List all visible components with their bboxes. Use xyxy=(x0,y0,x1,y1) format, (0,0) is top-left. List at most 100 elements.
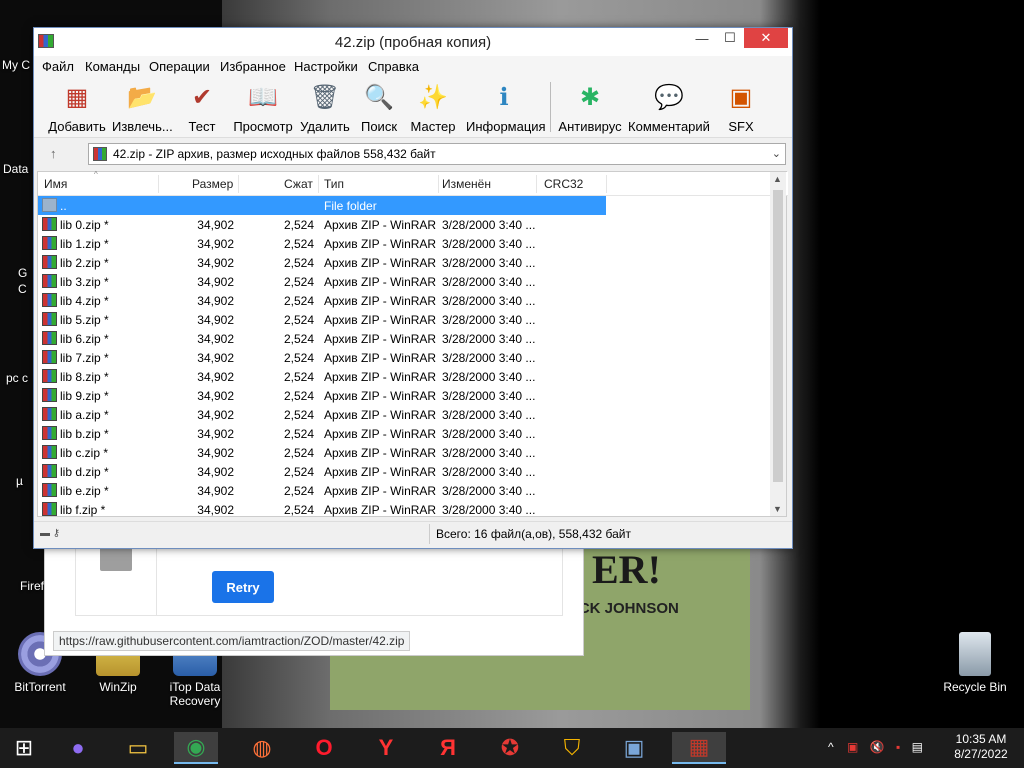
toolbar-add-button[interactable]: ▦ Добавить xyxy=(48,80,106,134)
column-header-crc32[interactable]: CRC32 xyxy=(544,177,583,191)
desktop-partial-label[interactable]: Firef xyxy=(20,579,44,593)
toolbar-antivirus-button[interactable]: ✱ Антивирус xyxy=(558,80,622,134)
minimize-button[interactable]: — xyxy=(688,28,716,48)
scroll-thumb[interactable] xyxy=(773,190,783,482)
desktop-partial-label[interactable]: µ xyxy=(16,474,23,488)
row-type: Архив ZIP - WinRAR xyxy=(324,427,437,441)
menu-operations[interactable]: Операции xyxy=(149,59,210,74)
system-tray[interactable]: ^ ▣ 🔇 ▪ ▤ xyxy=(828,740,923,754)
desktop-partial-label[interactable]: G xyxy=(18,266,27,280)
table-row[interactable]: .. File folder xyxy=(38,196,606,215)
column-header-size[interactable]: Размер xyxy=(192,177,233,191)
row-type: Архив ZIP - WinRAR xyxy=(324,332,437,346)
table-row[interactable]: lib 1.zip * 34,902 2,524 Архив ZIP - WinRAR… xyxy=(38,234,772,253)
zip-file-icon xyxy=(42,312,57,326)
clock[interactable]: 10:35 AM 8/27/2022 xyxy=(950,732,1012,762)
table-row[interactable]: lib d.zip * 34,902 2,524 Архив ZIP - WinRAR… xyxy=(38,462,772,481)
app-gear-icon[interactable]: ✪ xyxy=(488,732,532,764)
table-row[interactable]: lib b.zip * 34,902 2,524 Архив ZIP - WinRAR… xyxy=(38,424,772,443)
table-row[interactable]: lib 7.zip * 34,902 2,524 Архив ZIP - WinRAR… xyxy=(38,348,772,367)
up-arrow-icon[interactable]: ↑ xyxy=(50,146,57,161)
alice-assistant-icon[interactable]: ● xyxy=(56,732,100,764)
toolbar-wizard-button[interactable]: ✨ Мастер xyxy=(410,80,456,134)
row-type: Архив ZIP - WinRAR xyxy=(324,275,437,289)
table-row[interactable]: lib 2.zip * 34,902 2,524 Архив ZIP - WinRAR… xyxy=(38,253,772,272)
volume-muted-icon[interactable]: 🔇 xyxy=(870,740,885,754)
row-modified: 3/28/2000 3:40 ... xyxy=(442,332,536,346)
toolbar-test-button[interactable]: ✔ Тест xyxy=(182,80,222,134)
row-name: lib 1.zip * xyxy=(60,237,109,251)
table-row[interactable]: lib 6.zip * 34,902 2,524 Архив ZIP - WinRAR… xyxy=(38,329,772,348)
toolbar-extract-button[interactable]: 📂 Извлечь... xyxy=(112,80,173,134)
retry-button[interactable]: Retry xyxy=(212,571,274,603)
close-button[interactable]: ✕ xyxy=(744,28,788,48)
chevron-down-icon[interactable]: ⌄ xyxy=(772,147,781,160)
menu-commands[interactable]: Команды xyxy=(85,59,140,74)
add-archive-icon: ▦ xyxy=(65,84,89,111)
desktop-partial-label[interactable]: C xyxy=(18,282,27,296)
menu-file[interactable]: Файл xyxy=(42,59,74,74)
table-row[interactable]: lib 8.zip * 34,902 2,524 Архив ZIP - WinRAR… xyxy=(38,367,772,386)
row-name: lib c.zip * xyxy=(60,446,109,460)
opera-icon[interactable]: O xyxy=(302,732,346,764)
zip-file-icon xyxy=(42,464,57,478)
column-separator xyxy=(318,175,319,193)
vertical-scrollbar[interactable]: ▲ ▼ xyxy=(770,172,786,516)
table-row[interactable]: lib 5.zip * 34,902 2,524 Архив ZIP - WinRAR… xyxy=(38,310,772,329)
camera-icon[interactable]: ▣ xyxy=(847,740,858,754)
chrome-icon[interactable]: ◉ xyxy=(174,732,218,764)
table-row[interactable]: lib e.zip * 34,902 2,524 Архив ZIP - WinRAR… xyxy=(38,481,772,500)
menu-settings[interactable]: Настройки xyxy=(294,59,358,74)
table-row[interactable]: lib f.zip * 34,902 2,524 Архив ZIP - WinRAR… xyxy=(38,500,772,519)
toolbar-find-button[interactable]: 🔍 Поиск xyxy=(358,80,400,134)
toolbar-view-button[interactable]: 📖 Просмотр xyxy=(232,80,294,134)
test-clipboard-icon: ✔ xyxy=(191,84,213,111)
address-field[interactable]: 42.zip - ZIP архив, размер исходных файл… xyxy=(88,143,786,165)
toolbar-comment-button[interactable]: 💬 Комментарий xyxy=(628,80,710,134)
chevron-up-icon[interactable]: ^ xyxy=(828,740,834,754)
desktop-partial-label[interactable]: My C xyxy=(2,58,30,72)
yandex-icon[interactable]: Я xyxy=(426,732,470,764)
desktop-partial-label[interactable]: pc c xyxy=(6,371,28,385)
table-row[interactable]: lib 4.zip * 34,902 2,524 Архив ZIP - WinRAR… xyxy=(38,291,772,310)
table-row[interactable]: lib 9.zip * 34,902 2,524 Архив ZIP - WinRAR… xyxy=(38,386,772,405)
network-icon[interactable]: ▤ xyxy=(912,740,923,754)
row-type: Архив ZIP - WinRAR xyxy=(324,370,437,384)
column-header-name[interactable]: Имя xyxy=(44,177,67,191)
row-name: lib f.zip * xyxy=(60,503,106,517)
row-modified: 3/28/2000 3:40 ... xyxy=(442,313,536,327)
windows-start-icon[interactable]: ⊞ xyxy=(2,732,46,764)
shield-vpn-icon[interactable]: ⛉ xyxy=(550,732,594,764)
table-row[interactable]: lib a.zip * 34,902 2,524 Архив ZIP - WinRAR… xyxy=(38,405,772,424)
desktop-icon-recycle-bin[interactable]: Recycle Bin xyxy=(935,632,1015,694)
desktop-partial-label[interactable]: Data xyxy=(3,162,28,176)
menu-favorites[interactable]: Избранное xyxy=(220,59,286,74)
title-bar[interactable]: 42.zip (пробная копия) — ☐ ✕ xyxy=(34,28,792,56)
window-title: 42.zip (пробная копия) xyxy=(334,34,492,51)
row-packed: 2,524 xyxy=(283,465,314,479)
toolbar-sfx-button[interactable]: ▣ SFX xyxy=(716,80,766,134)
maximize-button[interactable]: ☐ xyxy=(716,28,744,48)
column-header-modified[interactable]: Изменён xyxy=(442,177,491,191)
taskbar: ⊞ ● ▭ ◉ ◍ O Y Я ✪ ⛉ ▣ ▦ ^ ▣ 🔇 ▪ ▤ 10:35 … xyxy=(0,728,1024,768)
row-packed: 2,524 xyxy=(283,351,314,365)
app-tray-icon[interactable]: ▪ xyxy=(896,740,900,754)
table-row[interactable]: lib c.zip * 34,902 2,524 Архив ZIP - WinRAR… xyxy=(38,443,772,462)
column-header-packed[interactable]: Сжат xyxy=(284,177,313,191)
scroll-up-icon[interactable]: ▲ xyxy=(773,174,782,184)
file-explorer-icon[interactable]: ▭ xyxy=(116,732,160,764)
firefox-icon[interactable]: ◍ xyxy=(240,732,284,764)
menu-help[interactable]: Справка xyxy=(368,59,419,74)
table-row[interactable]: lib 3.zip * 34,902 2,524 Архив ZIP - WinRAR… xyxy=(38,272,772,291)
toolbar-info-button[interactable]: ℹ Информация xyxy=(466,80,546,134)
column-header-type[interactable]: Тип xyxy=(324,177,344,191)
table-row[interactable]: lib 0.zip * 34,902 2,524 Архив ZIP - WinRAR… xyxy=(38,215,772,234)
scroll-down-icon[interactable]: ▼ xyxy=(773,504,782,514)
row-size: 34,902 xyxy=(197,370,234,384)
row-name: lib d.zip * xyxy=(60,465,109,479)
yandex-browser-icon[interactable]: Y xyxy=(364,732,408,764)
row-modified: 3/28/2000 3:40 ... xyxy=(442,465,536,479)
toolbar-delete-button[interactable]: 🗑 Удалить xyxy=(300,80,350,134)
winrar-icon[interactable]: ▦ xyxy=(672,732,726,764)
itop-recovery-icon[interactable]: ▣ xyxy=(612,732,656,764)
